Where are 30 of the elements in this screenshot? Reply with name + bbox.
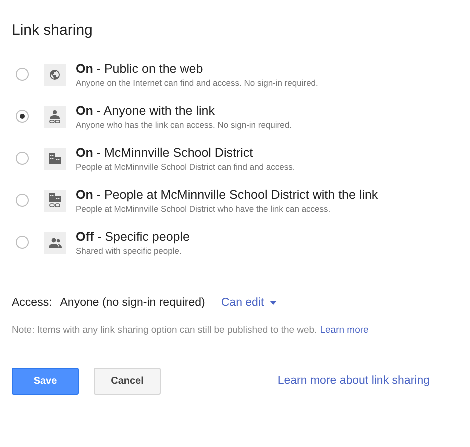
person-link-icon	[49, 110, 61, 124]
note-text: Note: Items with any link sharing option can still be published to the web.	[12, 324, 318, 338]
radio-button[interactable]	[16, 194, 29, 207]
option-title: On - McMinnville School District	[76, 144, 254, 160]
caret-icon	[270, 301, 278, 306]
dialog-title: Link sharing	[12, 21, 94, 41]
cancel-button[interactable]: Cancel	[94, 368, 161, 395]
radio-button[interactable]	[16, 236, 29, 249]
building-link-icon	[49, 193, 61, 208]
permission-dropdown[interactable]: Can edit	[221, 294, 278, 312]
option-description: People at McMinnville School District can find and access.	[76, 160, 296, 172]
radio-button[interactable]	[16, 152, 29, 165]
access-label: Access:	[12, 296, 52, 310]
radio-button[interactable]	[16, 68, 29, 81]
option-title: Off - Specific people	[76, 228, 190, 244]
option-title: On - Anyone with the link	[76, 102, 216, 118]
learn-more-link[interactable]: Learn more	[320, 324, 369, 338]
globe-icon	[49, 68, 61, 80]
building-icon	[49, 153, 61, 164]
option-description: Shared with specific people.	[76, 244, 183, 256]
access-value: Anyone (no sign-in required)	[60, 296, 206, 310]
people-icon	[48, 238, 62, 248]
option-description: People at McMinnville School District who have the link can access.	[76, 202, 332, 214]
save-button[interactable]: Save	[12, 368, 79, 395]
option-title: On - People at McMinnville School District with the link	[76, 186, 378, 202]
learn-more-about-link-sharing-link[interactable]: Learn more about link sharing	[278, 372, 430, 390]
radio-button[interactable]	[16, 110, 29, 123]
option-description: Anyone who has the link can access. No sign-in required.	[76, 118, 292, 130]
option-description: Anyone on the Internet can find and access. No sign-in required.	[76, 76, 318, 88]
option-title: On - Public on the web	[76, 60, 204, 76]
